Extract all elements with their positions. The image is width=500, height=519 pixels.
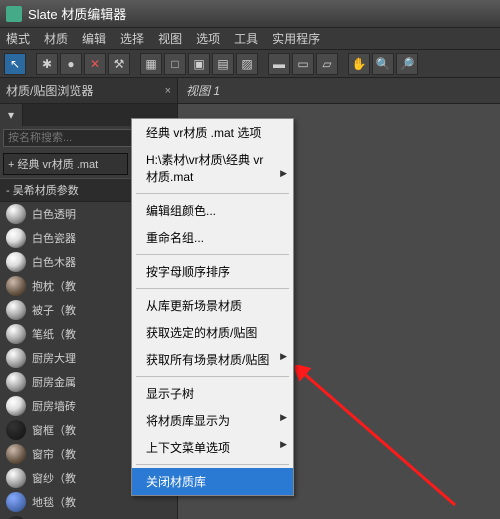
- menu-options[interactable]: 选项: [196, 30, 220, 47]
- toolbar: ↖ ✱ ● ✕ ⚒ ▦ □ ▣ ▤ ▨ ▬ ▭ ▱ ✋ 🔍 🔎: [0, 50, 500, 78]
- tool-box1[interactable]: □: [164, 53, 186, 75]
- tool-pick[interactable]: ✱: [36, 53, 58, 75]
- context-menu-item[interactable]: 获取选定的材质/贴图: [132, 319, 293, 346]
- material-label: 白色木器: [32, 254, 76, 270]
- tool-box3[interactable]: ▤: [212, 53, 234, 75]
- tool-box2[interactable]: ▣: [188, 53, 210, 75]
- context-menu-item[interactable]: 重命名组...: [132, 224, 293, 251]
- material-thumb-icon: [6, 252, 26, 272]
- material-label: 窗框（教: [32, 422, 76, 438]
- menu-separator: [136, 254, 289, 255]
- tool-sphere[interactable]: ●: [60, 53, 82, 75]
- material-label: 白色瓷器: [32, 230, 76, 246]
- panel-options-icon[interactable]: ▾: [0, 104, 23, 126]
- title-bar: Slate 材质编辑器: [0, 0, 500, 28]
- app-icon: [6, 6, 22, 22]
- menu-mode[interactable]: 模式: [6, 30, 30, 47]
- list-item[interactable]: 电视壳（教师公寓: [0, 514, 177, 519]
- window-title: Slate 材质编辑器: [28, 4, 126, 23]
- menu-separator: [136, 376, 289, 377]
- material-thumb-icon: [6, 444, 26, 464]
- context-menu-item[interactable]: 从库更新场景材质: [132, 292, 293, 319]
- tool-zoom2[interactable]: 🔎: [396, 53, 418, 75]
- tool-hammer[interactable]: ⚒: [108, 53, 130, 75]
- material-thumb-icon: [6, 492, 26, 512]
- tool-layout2[interactable]: ▭: [292, 53, 314, 75]
- panel-close-icon[interactable]: ×: [165, 85, 171, 97]
- material-label: 窗纱（教: [32, 470, 76, 486]
- panel-title: 材质/贴图浏览器: [6, 82, 93, 99]
- tool-layout3[interactable]: ▱: [316, 53, 338, 75]
- material-thumb-icon: [6, 372, 26, 392]
- context-menu-item[interactable]: H:\素材\vr材质\经典 vr材质.mat: [132, 146, 293, 190]
- menu-utility[interactable]: 实用程序: [272, 30, 320, 47]
- menu-separator: [136, 288, 289, 289]
- context-menu-item[interactable]: 显示子树: [132, 380, 293, 407]
- material-label: 窗帘（教: [32, 446, 76, 462]
- tool-zoom[interactable]: 🔍: [372, 53, 394, 75]
- menu-select[interactable]: 选择: [120, 30, 144, 47]
- tool-hand[interactable]: ✋: [348, 53, 370, 75]
- menu-separator: [136, 193, 289, 194]
- context-menu-item[interactable]: 经典 vr材质 .mat 选项: [132, 119, 293, 146]
- context-menu-item[interactable]: 获取所有场景材质/贴图: [132, 346, 293, 373]
- material-label: 白色透明: [32, 206, 76, 222]
- menu-tools[interactable]: 工具: [234, 30, 258, 47]
- material-thumb-icon: [6, 348, 26, 368]
- tool-grid[interactable]: ▦: [140, 53, 162, 75]
- library-name: + 经典 vr材质 .mat: [3, 153, 128, 175]
- material-label: 厨房墙砖: [32, 398, 76, 414]
- menu-edit[interactable]: 编辑: [82, 30, 106, 47]
- view-title[interactable]: 视图 1: [178, 78, 500, 104]
- material-thumb-icon: [6, 276, 26, 296]
- material-thumb-icon: [6, 396, 26, 416]
- material-label: 厨房金属: [32, 374, 76, 390]
- context-menu-item[interactable]: 按字母顺序排序: [132, 258, 293, 285]
- material-label: 抱枕（教: [32, 278, 76, 294]
- material-thumb-icon: [6, 228, 26, 248]
- material-thumb-icon: [6, 300, 26, 320]
- tool-checker[interactable]: ▨: [236, 53, 258, 75]
- context-menu: 经典 vr材质 .mat 选项H:\素材\vr材质\经典 vr材质.mat 编辑组…: [131, 118, 294, 496]
- context-menu-item[interactable]: 将材质库显示为: [132, 407, 293, 434]
- tool-layout1[interactable]: ▬: [268, 53, 290, 75]
- material-label: 厨房大理: [32, 350, 76, 366]
- material-label: 地毯（教: [32, 494, 76, 510]
- menu-bar: 模式 材质 编辑 选择 视图 选项 工具 实用程序: [0, 28, 500, 50]
- material-thumb-icon: [6, 468, 26, 488]
- context-menu-item[interactable]: 上下文菜单选项: [132, 434, 293, 461]
- material-thumb-icon: [6, 204, 26, 224]
- menu-view[interactable]: 视图: [158, 30, 182, 47]
- panel-header: 材质/贴图浏览器 ×: [0, 78, 177, 104]
- menu-separator: [136, 464, 289, 465]
- material-thumb-icon: [6, 324, 26, 344]
- tool-delete[interactable]: ✕: [84, 53, 106, 75]
- context-menu-item[interactable]: 关闭材质库: [132, 468, 293, 495]
- menu-material[interactable]: 材质: [44, 30, 68, 47]
- material-label: 被子（教: [32, 302, 76, 318]
- context-menu-item[interactable]: 编辑组颜色...: [132, 197, 293, 224]
- tool-select[interactable]: ↖: [4, 53, 26, 75]
- material-label: 笔纸（教: [32, 326, 76, 342]
- material-thumb-icon: [6, 420, 26, 440]
